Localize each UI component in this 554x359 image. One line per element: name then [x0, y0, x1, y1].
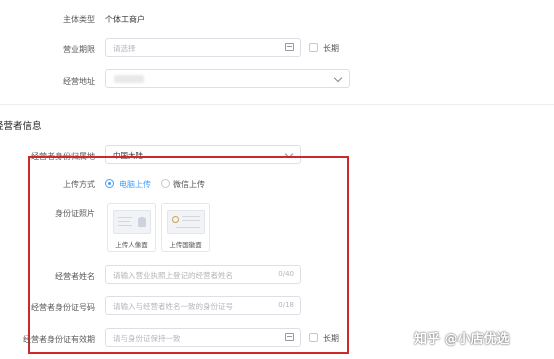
upload-option-wechat[interactable]: 微信上传: [173, 179, 205, 190]
id-back-icon: [167, 210, 205, 234]
upload-option-computer[interactable]: 电脑上传: [119, 179, 151, 190]
id-valid-longterm-label: 长期: [323, 334, 339, 343]
business-period-longterm-checkbox[interactable]: [309, 43, 318, 52]
id-photo-label: 身份证照片: [55, 209, 95, 218]
upload-radio-wechat[interactable]: [161, 179, 170, 188]
id-back-caption: 上传国徽面: [169, 241, 202, 249]
section-divider: [0, 104, 554, 105]
subject-type-label: 主体类型: [63, 15, 95, 24]
id-valid-longterm-checkbox[interactable]: [309, 333, 318, 342]
id-front-icon: [113, 210, 151, 234]
id-front-caption: 上传人像面: [115, 241, 148, 249]
operator-name-counter: 0/40: [278, 270, 294, 278]
id-number-input[interactable]: 请输入与经营者姓名一致的身份证号 0/18: [105, 296, 301, 315]
id-valid-input[interactable]: 请与身份证保持一致: [105, 328, 301, 347]
operator-name-input[interactable]: 请输入营业执照上登记的经营者姓名 0/40: [105, 265, 301, 284]
calendar-icon: [285, 43, 294, 51]
chevron-down-icon: [333, 73, 343, 83]
id-front-upload[interactable]: 上传人像面: [107, 203, 156, 252]
business-address-label: 经营地址: [63, 77, 95, 86]
operator-name-placeholder: 请输入营业执照上登记的经营者姓名: [113, 271, 233, 280]
upload-radio-computer[interactable]: [105, 179, 114, 188]
business-period-input[interactable]: 请选择: [105, 38, 301, 57]
business-address-select[interactable]: [105, 69, 350, 88]
business-period-longterm-label: 长期: [323, 44, 339, 53]
id-back-upload[interactable]: 上传国徽面: [161, 203, 210, 252]
id-number-counter: 0/18: [278, 301, 294, 309]
id-valid-placeholder: 请与身份证保持一致: [113, 334, 181, 343]
id-number-label: 经营者身份证号码: [31, 303, 95, 312]
calendar-icon: [285, 333, 294, 341]
id-valid-label: 经营者身份证有效期: [23, 335, 95, 344]
operator-section-title: 经营者信息: [0, 121, 42, 132]
business-period-placeholder: 请选择: [113, 44, 136, 53]
id-number-placeholder: 请输入与经营者姓名一致的身份证号: [113, 302, 233, 311]
watermark: 知乎 @小店优选: [414, 332, 510, 347]
business-period-label: 营业期限: [63, 45, 95, 54]
upload-method-label: 上传方式: [63, 180, 95, 189]
address-redacted: [114, 75, 144, 83]
subject-type-value: 个体工商户: [105, 15, 145, 24]
operator-name-label: 经营者姓名: [55, 272, 95, 281]
